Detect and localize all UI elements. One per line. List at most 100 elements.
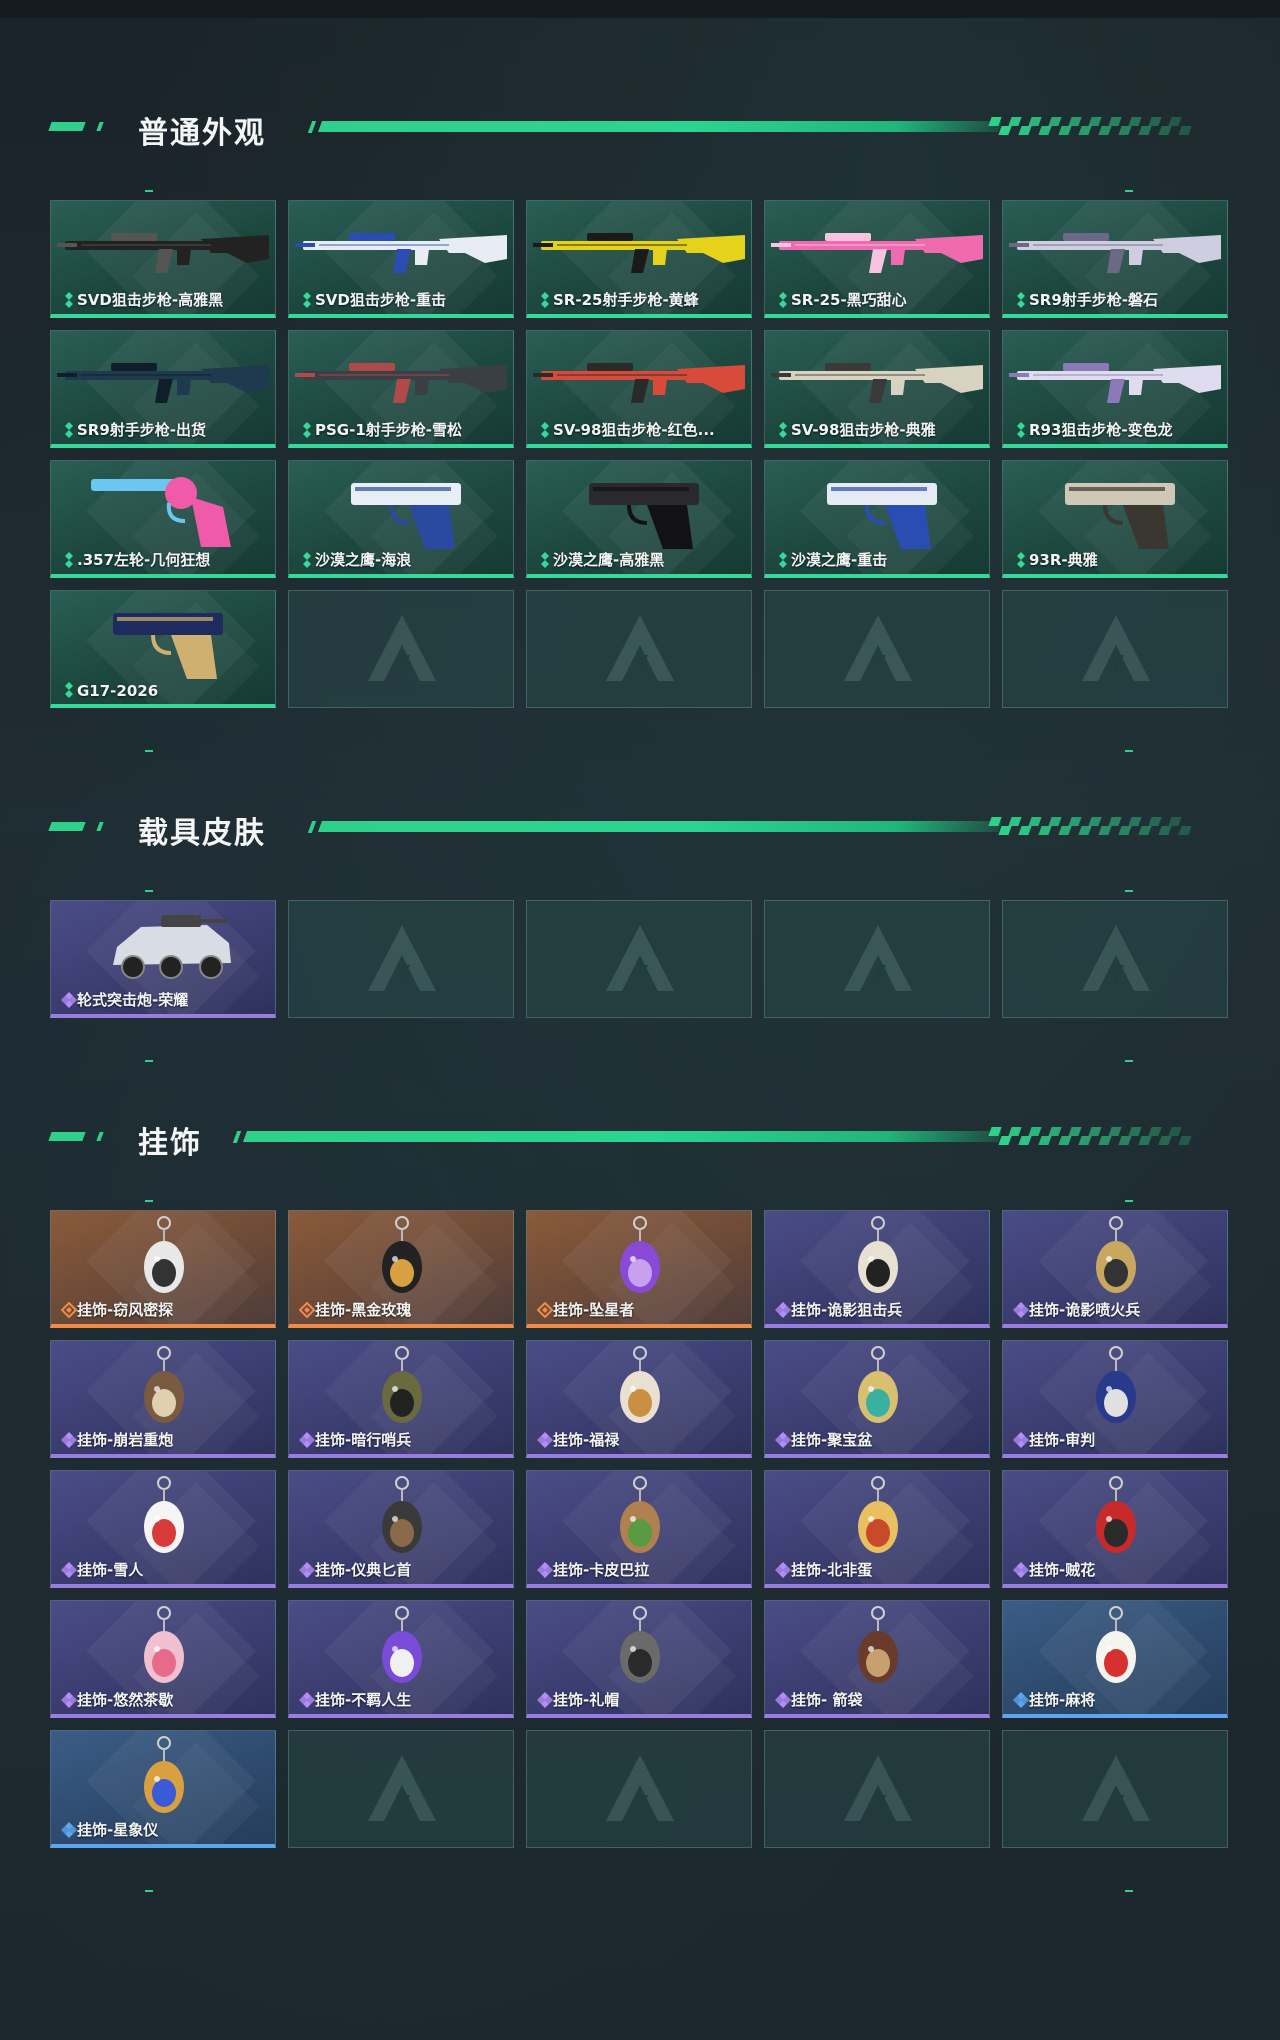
item-card[interactable]: 93R-典雅 xyxy=(1002,460,1228,578)
item-label: 沙漠之鹰-海浪 xyxy=(315,551,412,569)
pistol-icon xyxy=(1003,461,1227,553)
item-card[interactable]: SVD狙击步枪-重击 xyxy=(288,200,514,318)
rarity-icon xyxy=(299,552,315,568)
logo-emblem-icon xyxy=(364,1751,440,1827)
item-label: 挂饰-诡影狙击兵 xyxy=(791,1301,903,1319)
empty-slot xyxy=(1002,1730,1228,1848)
item-card[interactable]: 挂饰-福禄 xyxy=(526,1340,752,1458)
charm-icon xyxy=(51,1471,275,1563)
charm-icon xyxy=(527,1211,751,1303)
empty-slot xyxy=(288,590,514,708)
item-card[interactable]: 挂饰-悠然茶歇 xyxy=(50,1600,276,1718)
item-card[interactable]: R93狙击步枪-变色龙 xyxy=(1002,330,1228,448)
grid-tick-left-bottom xyxy=(145,750,153,752)
charm-icon xyxy=(51,1211,275,1303)
rarity-icon xyxy=(536,1301,554,1319)
rarity-icon xyxy=(299,1432,315,1448)
item-card[interactable]: .357左轮-几何狂想 xyxy=(50,460,276,578)
grid-tick-right-bottom xyxy=(1125,1890,1133,1892)
item-card[interactable]: 挂饰-雪人 xyxy=(50,1470,276,1588)
item-card[interactable]: 挂饰-黑金玫瑰 xyxy=(288,1210,514,1328)
item-card[interactable]: SVD狙击步枪-高雅黑 xyxy=(50,200,276,318)
grid-tick-right-top xyxy=(1125,890,1133,892)
item-label: PSG-1射手步枪-雪松 xyxy=(315,421,462,439)
header-line xyxy=(317,821,1003,832)
item-card[interactable]: 挂饰-北非蛋 xyxy=(764,1470,990,1588)
item-card[interactable]: G17-2026 xyxy=(50,590,276,708)
item-card[interactable]: 挂饰-贼花 xyxy=(1002,1470,1228,1588)
pistol-icon xyxy=(527,461,751,553)
item-card[interactable]: SR-25射手步枪-黄蜂 xyxy=(526,200,752,318)
empty-slot xyxy=(526,1730,752,1848)
top-strip xyxy=(0,0,1280,18)
item-label: 轮式突击炮-荣耀 xyxy=(77,991,189,1009)
item-label: 挂饰-坠星者 xyxy=(553,1301,635,1319)
rarity-icon xyxy=(537,1432,553,1448)
item-card[interactable]: 挂饰-诡影喷火兵 xyxy=(1002,1210,1228,1328)
rarity-icon xyxy=(1013,1562,1029,1578)
section-title: 普通外观 xyxy=(138,116,266,151)
rifle-icon xyxy=(1003,331,1227,423)
item-label: 挂饰-贼花 xyxy=(1029,1561,1096,1579)
rifle-icon xyxy=(527,201,751,293)
logo-emblem-icon xyxy=(364,921,440,997)
charm-icon xyxy=(527,1601,751,1693)
item-card[interactable]: SR9射手步枪-磐石 xyxy=(1002,200,1228,318)
grid-tick-left-top xyxy=(145,1200,153,1202)
item-card[interactable]: 挂饰-坠星者 xyxy=(526,1210,752,1328)
item-card[interactable]: SR-25-黑巧甜心 xyxy=(764,200,990,318)
item-card[interactable]: 挂饰- 箭袋 xyxy=(764,1600,990,1718)
empty-slot xyxy=(764,1730,990,1848)
rifle-icon xyxy=(51,201,275,293)
item-card[interactable]: 挂饰-崩岩重炮 xyxy=(50,1340,276,1458)
empty-slot xyxy=(526,590,752,708)
item-card[interactable]: SV-98狙击步枪-红色... xyxy=(526,330,752,448)
logo-emblem-icon xyxy=(602,611,678,687)
rifle-icon xyxy=(1003,201,1227,293)
item-card[interactable]: 挂饰-星象仪 xyxy=(50,1730,276,1848)
empty-slot xyxy=(288,900,514,1018)
pistol-icon xyxy=(289,461,513,553)
rarity-icon xyxy=(61,1822,77,1838)
logo-emblem-icon xyxy=(1078,611,1154,687)
rifle-icon xyxy=(51,331,275,423)
item-card[interactable]: 挂饰-仪典匕首 xyxy=(288,1470,514,1588)
item-label: 沙漠之鹰-重击 xyxy=(791,551,888,569)
item-card[interactable]: 沙漠之鹰-高雅黑 xyxy=(526,460,752,578)
item-label: SVD狙击步枪-高雅黑 xyxy=(77,291,224,309)
item-card[interactable]: 挂饰-审判 xyxy=(1002,1340,1228,1458)
empty-slot xyxy=(764,590,990,708)
item-label: 挂饰-聚宝盆 xyxy=(791,1431,873,1449)
item-card[interactable]: 挂饰-诡影狙击兵 xyxy=(764,1210,990,1328)
item-card[interactable]: 挂饰-麻将 xyxy=(1002,1600,1228,1718)
rarity-icon xyxy=(61,1562,77,1578)
item-label: 挂饰-北非蛋 xyxy=(791,1561,873,1579)
section-header: 普通外观 xyxy=(0,108,1280,151)
item-card[interactable]: 挂饰-暗行哨兵 xyxy=(288,1340,514,1458)
item-card[interactable]: 轮式突击炮-荣耀 xyxy=(50,900,276,1018)
item-card[interactable]: 挂饰-窃风密探 xyxy=(50,1210,276,1328)
item-card[interactable]: 沙漠之鹰-重击 xyxy=(764,460,990,578)
rarity-icon xyxy=(1013,422,1029,438)
rarity-icon xyxy=(1013,1692,1029,1708)
empty-slot xyxy=(1002,590,1228,708)
rarity-icon xyxy=(299,1692,315,1708)
item-card[interactable]: PSG-1射手步枪-雪松 xyxy=(288,330,514,448)
item-card[interactable]: SR9射手步枪-出货 xyxy=(50,330,276,448)
item-label: 93R-典雅 xyxy=(1029,551,1098,569)
item-card[interactable]: 挂饰-聚宝盆 xyxy=(764,1340,990,1458)
rarity-icon xyxy=(775,1432,791,1448)
item-label: 挂饰-不羁人生 xyxy=(315,1691,412,1709)
rarity-icon xyxy=(775,552,791,568)
item-card[interactable]: SV-98狙击步枪-典雅 xyxy=(764,330,990,448)
header-accent-bar xyxy=(48,822,86,831)
logo-emblem-icon xyxy=(602,1751,678,1827)
charm-icon xyxy=(51,1601,275,1693)
item-card[interactable]: 沙漠之鹰-海浪 xyxy=(288,460,514,578)
item-card[interactable]: 挂饰-礼帽 xyxy=(526,1600,752,1718)
item-card[interactable]: 挂饰-不羁人生 xyxy=(288,1600,514,1718)
charm-icon xyxy=(1003,1211,1227,1303)
section-1: 普通外观 SVD狙击步枪-高雅黑 SVD狙击步枪-重击 SR-25射手步枪-黄蜂 SR-… xyxy=(0,108,1280,752)
item-label: 挂饰-星象仪 xyxy=(77,1821,159,1839)
item-card[interactable]: 挂饰-卡皮巴拉 xyxy=(526,1470,752,1588)
